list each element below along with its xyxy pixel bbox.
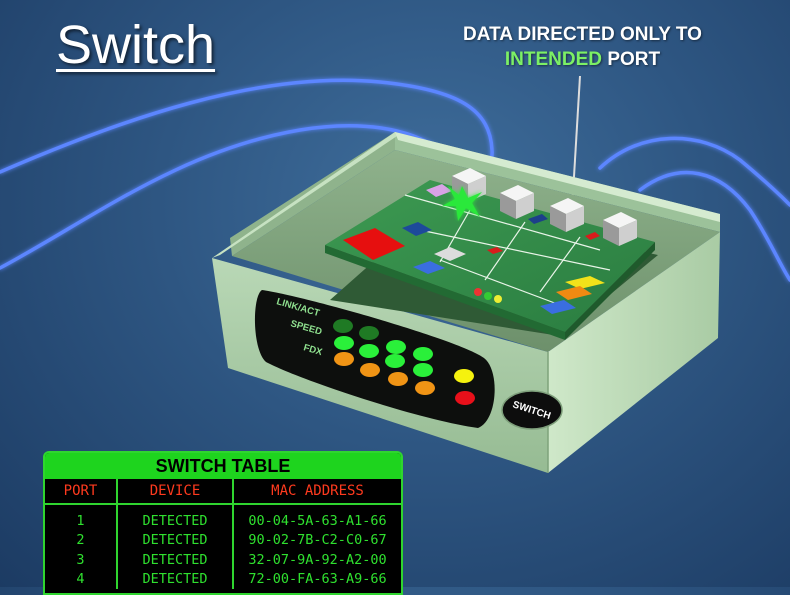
device-cell: DETECTED [117,569,234,589]
switch-table: SWITCH TABLE PORT DEVICE MAC ADDRESS 1 D… [43,451,403,595]
table-row: 3 DETECTED 32-07-9A-92-A2-00 [45,550,401,570]
port-cell: 4 [45,569,118,589]
column-header-port: PORT [45,479,118,505]
mac-cell: 00-04-5A-63-A1-66 [248,512,387,529]
callout-text: DATA DIRECTED ONLY TO INTENDED PORT [430,22,735,72]
table-row: 1 DETECTED 00-04-5A-63-A1-66 [45,504,401,531]
column-header-mac: MAC ADDRESS [233,479,401,505]
mac-cell: 32-07-9A-92-A2-00 [248,551,387,568]
callout-line-2: INTENDED PORT [430,47,735,72]
device-cell: DETECTED [117,550,234,570]
device-cell: DETECTED [117,530,234,550]
switch-badge: SWITCH [501,390,563,430]
port-cell: 3 [45,550,118,570]
table-row: 2 DETECTED 90-02-7B-C2-C0-67 [45,530,401,550]
mac-cell: 90-02-7B-C2-C0-67 [248,532,387,549]
mac-cell: 72-00-FA-63-A9-66 [248,571,387,588]
port-cell: 1 [45,504,118,531]
callout-highlight: INTENDED [504,49,603,70]
callout-rest: PORT [607,49,661,70]
switch-table-title: SWITCH TABLE [45,453,401,479]
page-title: Switch [56,15,216,75]
callout-line-1: DATA DIRECTED ONLY TO [463,24,702,45]
device-cell: DETECTED [117,504,234,531]
column-header-device: DEVICE [117,479,234,505]
switch-table-grid: PORT DEVICE MAC ADDRESS 1 DETECTED 00-04… [45,479,401,589]
port-cell: 2 [45,530,118,550]
table-row: 4 DETECTED 72-00-FA-63-A9-66 [45,569,401,589]
